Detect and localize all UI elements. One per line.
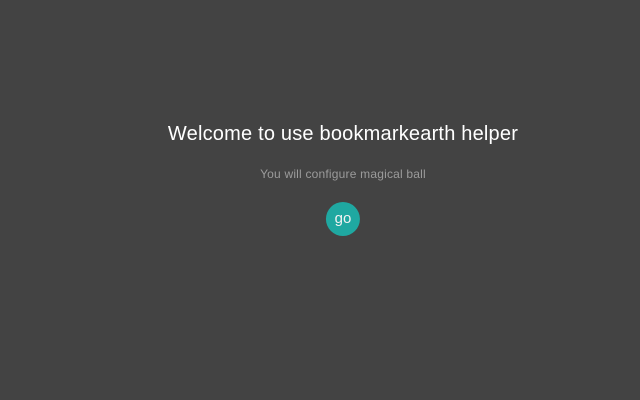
welcome-heading: Welcome to use bookmarkearth helper (167, 123, 519, 145)
welcome-subtitle: You will configure magical ball (260, 167, 426, 181)
go-button[interactable]: go (325, 202, 360, 236)
welcome-content: Welcome to use bookmarkearth helper You … (168, 121, 518, 236)
welcome-screen: Welcome to use bookmarkearth helper You … (0, 0, 640, 400)
